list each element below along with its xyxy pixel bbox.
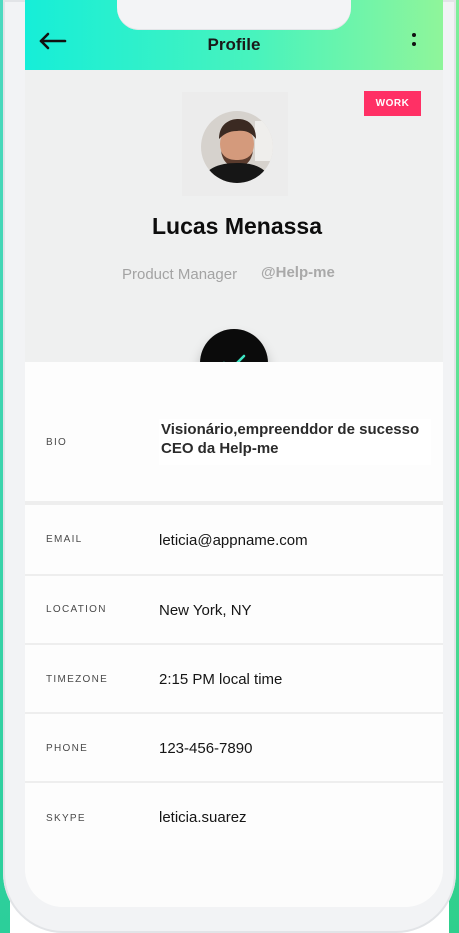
avatar[interactable]: [201, 111, 273, 183]
skype-label: SKYPE: [46, 813, 86, 824]
profile-header: WORK Lucas Menassa Product Manager @Help…: [25, 70, 443, 362]
detail-row-skype[interactable]: SKYPE leticia.suarez: [25, 783, 443, 850]
timezone-value: 2:15 PM local time: [159, 671, 283, 688]
timezone-label: TIMEZONE: [46, 674, 109, 685]
work-badge[interactable]: WORK: [364, 91, 421, 116]
detail-row-timezone[interactable]: TIMEZONE 2:15 PM local time: [25, 645, 443, 712]
email-value: leticia@appname.com: [159, 532, 308, 549]
screen-bottom: [25, 850, 443, 907]
bio-label: BIO: [46, 437, 68, 448]
bio-value: Visionário,empreenddor de sucesso CEO da…: [161, 421, 420, 457]
detail-row-phone[interactable]: PHONE 123-456-7890: [25, 714, 443, 781]
screen: Profile WORK Lucas Menassa Product Manag…: [25, 0, 443, 907]
profile-handle: @Help-me: [261, 264, 335, 281]
detail-row-bio: BIO Visionário,empreenddor de sucesso CE…: [25, 362, 443, 501]
detail-row-location[interactable]: LOCATION New York, NY: [25, 576, 443, 643]
phone-notch: [117, 0, 351, 30]
header-bar: Profile: [25, 0, 443, 70]
profile-name: Lucas Menassa: [151, 213, 323, 239]
location-label: LOCATION: [46, 604, 107, 615]
email-label: EMAIL: [46, 534, 83, 545]
page-title: Profile: [207, 35, 261, 54]
phone-label: PHONE: [46, 743, 89, 754]
profile-role: Product Manager: [122, 266, 238, 283]
location-value: New York, NY: [159, 602, 252, 619]
skype-value: leticia.suarez: [159, 809, 247, 826]
phone-value: 123-456-7890: [159, 740, 253, 757]
more-vertical-icon[interactable]: [411, 33, 417, 53]
detail-row-email[interactable]: EMAIL leticia@appname.com: [25, 505, 443, 574]
phone-frame: Profile WORK Lucas Menassa Product Manag…: [3, 0, 456, 933]
